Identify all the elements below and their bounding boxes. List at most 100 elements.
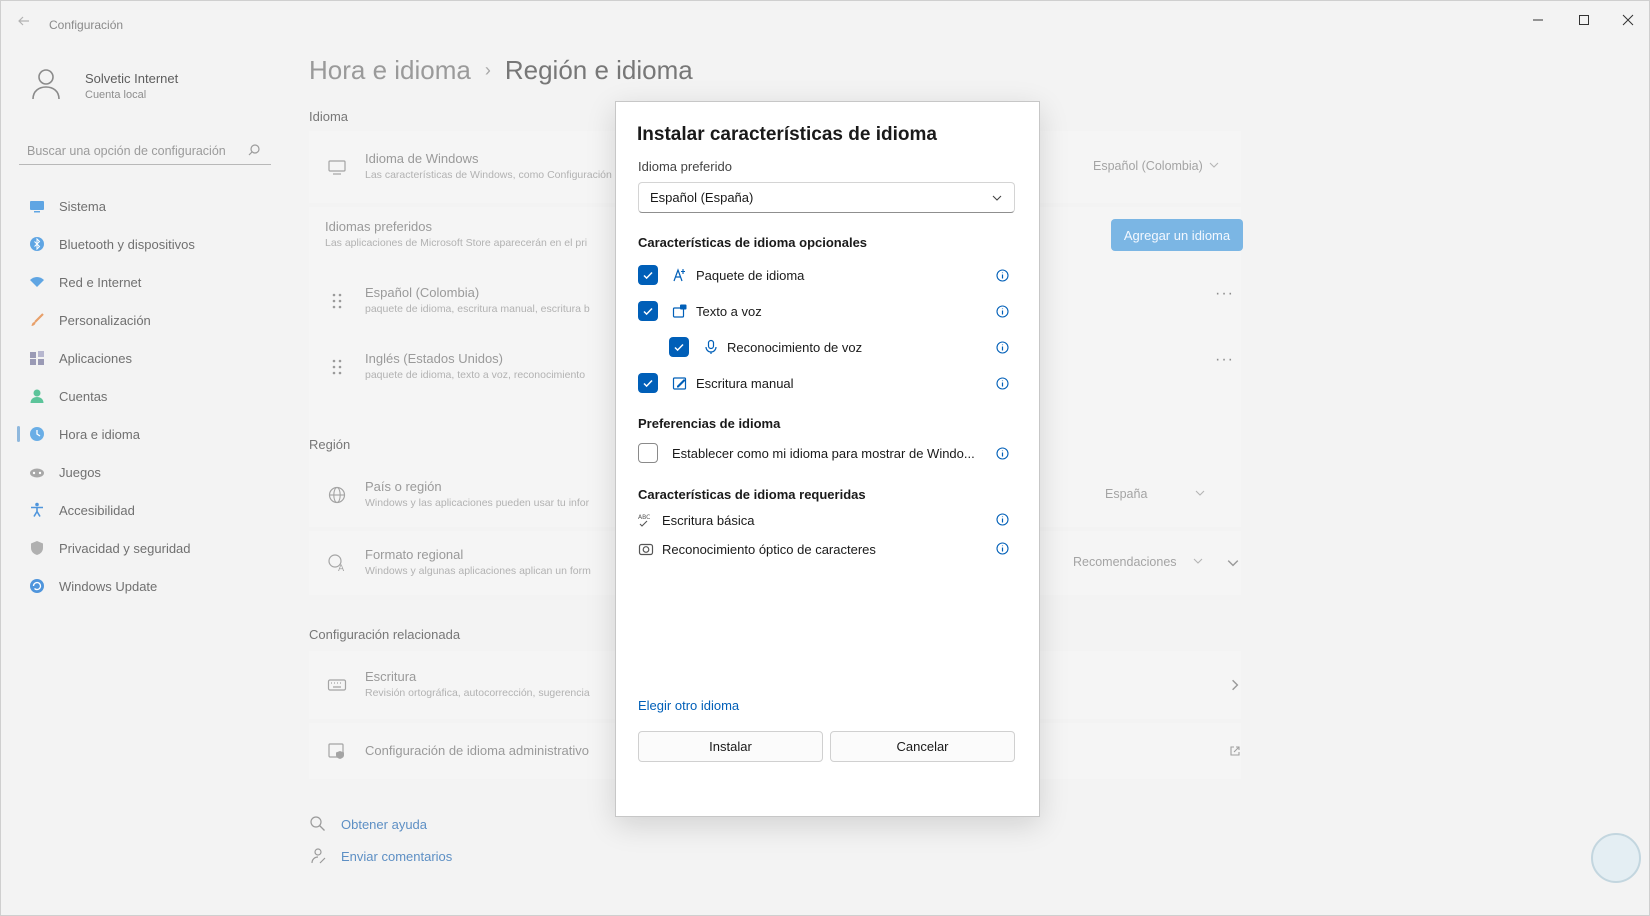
feature-label: Escritura manual [696,375,794,391]
checkbox[interactable] [669,337,689,357]
row-title: Formato regional [365,547,464,562]
sidebar-item-label: Bluetooth y dispositivos [59,236,195,252]
camera-icon [638,543,654,556]
profile-account-type: Cuenta local [85,89,147,101]
cancel-button[interactable]: Cancelar [830,731,1015,762]
user-profile[interactable]: Solvetic Internet Cuenta local [31,67,281,107]
sidebar-item-label: Aplicaciones [59,350,132,366]
checkbox[interactable] [638,301,658,321]
profile-name: Solvetic Internet [85,71,179,86]
sidebar-item-accesibilidad[interactable]: Accesibilidad [17,491,277,529]
sidebar-item-cuentas[interactable]: Cuentas [17,377,277,415]
search-input[interactable]: Buscar una opción de configuración [19,137,271,165]
feedback-icon [311,848,326,864]
update-icon [30,579,44,593]
set-display-language-option[interactable]: Establecer como mi idioma para mostrar d… [638,441,975,465]
drag-handle-icon[interactable] [327,291,347,311]
checkbox[interactable] [638,265,658,285]
sidebar-item-bluetooth[interactable]: Bluetooth y dispositivos [17,225,277,263]
info-icon[interactable] [996,269,1009,282]
abc-icon: ABC [638,514,650,527]
checkmark-icon [643,307,653,316]
info-icon[interactable] [996,513,1009,526]
install-button[interactable]: Instalar [638,731,823,762]
feature-speech-recognition[interactable]: Reconocimiento de voz [669,335,862,359]
country-value: España [1105,487,1148,501]
row-title: Idioma de Windows [365,151,479,166]
country-dropdown[interactable]: España [1095,479,1215,509]
send-feedback-link[interactable]: Enviar comentarios [309,847,452,865]
checkbox[interactable] [638,443,658,463]
expand-chevron-icon[interactable] [1227,557,1239,569]
add-language-button[interactable]: Agregar un idioma [1111,219,1243,251]
minimize-icon [1533,19,1543,21]
required-feature-label: Reconocimiento óptico de caracteres [662,541,876,557]
close-icon [1622,14,1634,26]
search-icon [248,144,260,156]
sidebar-item-label: Accesibilidad [59,502,135,518]
sidebar-item-label: Privacidad y seguridad [59,540,191,556]
windows-language-value: Español (Colombia) [1093,159,1203,173]
more-options-button[interactable]: ··· [1215,285,1234,303]
sidebar-item-label: Personalización [59,312,151,328]
maximize-button[interactable] [1562,7,1606,33]
sidebar-item-red[interactable]: Red e Internet [17,263,277,301]
feature-text-to-speech[interactable]: Texto a voz [638,299,762,323]
get-help-link[interactable]: Obtener ayuda [309,815,427,833]
monitor-icon [30,201,44,213]
language-item-subtitle: paquete de idioma, escritura manual, esc… [365,303,590,315]
checkmark-icon [674,343,684,352]
sidebar-item-personalizacion[interactable]: Personalización [17,301,277,339]
breadcrumb-separator: › [484,60,491,80]
install-language-features-dialog: Instalar características de idioma Idiom… [615,101,1040,817]
sidebar-item-windows-update[interactable]: Windows Update [17,567,277,605]
chevron-down-icon [1195,490,1205,496]
sidebar-item-sistema[interactable]: Sistema [17,187,277,225]
required-features-heading: Características de idioma requeridas [638,487,866,502]
section-region-title: Región [309,437,351,452]
regional-format-dropdown[interactable]: Recomendaciones [1063,547,1213,577]
preferred-language-select[interactable]: Español (España) [638,182,1015,213]
sidebar-item-privacidad[interactable]: Privacidad y seguridad [17,529,277,567]
row-subtitle: Windows y las aplicaciones pueden usar t… [365,497,590,509]
more-options-button[interactable]: ··· [1215,351,1234,369]
language-preferences-heading: Preferencias de idioma [638,416,781,431]
preferred-language-label: Idioma preferido [638,159,732,174]
breadcrumb-parent[interactable]: Hora e idioma [309,55,471,85]
chevron-down-icon [1193,558,1203,564]
optional-features-heading: Características de idioma opcionales [638,235,868,250]
drag-handle-icon[interactable] [327,357,347,377]
info-icon[interactable] [996,305,1009,318]
section-idioma-title: Idioma [309,109,349,124]
settings-window: Configuración Solvetic Internet Cuenta l… [0,0,1650,916]
text-to-speech-icon [672,304,687,318]
svg-text:ABC: ABC [638,514,650,521]
sidebar-item-juegos[interactable]: Juegos [17,453,277,491]
row-title: País o región [365,479,442,494]
feature-language-pack[interactable]: Paquete de idioma [638,263,804,287]
info-icon[interactable] [996,341,1009,354]
info-icon[interactable] [996,447,1009,460]
person-icon [30,389,44,403]
checkbox[interactable] [638,373,658,393]
close-button[interactable] [1606,7,1650,33]
row-title: Configuración de idioma administrativo [365,743,590,758]
choose-other-language-link[interactable]: Elegir otro idioma [638,698,739,713]
required-feature-basic-typing: ABC Escritura básica [638,509,754,531]
checkmark-icon [643,379,653,388]
row-subtitle: Windows y algunas aplicaciones aplican u… [365,565,591,577]
monitor-icon [328,160,346,175]
minimize-button[interactable] [1516,7,1560,33]
feature-label: Paquete de idioma [696,267,805,283]
feature-label: Texto a voz [696,303,762,319]
info-icon[interactable] [996,377,1009,390]
sidebar-nav: Sistema Bluetooth y dispositivos Red e I… [17,187,277,605]
sidebar-item-aplicaciones[interactable]: Aplicaciones [17,339,277,377]
app-title: Configuración [49,18,124,32]
feature-handwriting[interactable]: Escritura manual [638,371,794,395]
sidebar-item-hora-idioma[interactable]: Hora e idioma [17,415,277,453]
info-icon[interactable] [996,542,1009,555]
windows-language-dropdown[interactable]: Español (Colombia) [1083,151,1229,181]
language-item-title: Español (Colombia) [365,285,480,300]
back-arrow-icon[interactable] [17,14,35,32]
